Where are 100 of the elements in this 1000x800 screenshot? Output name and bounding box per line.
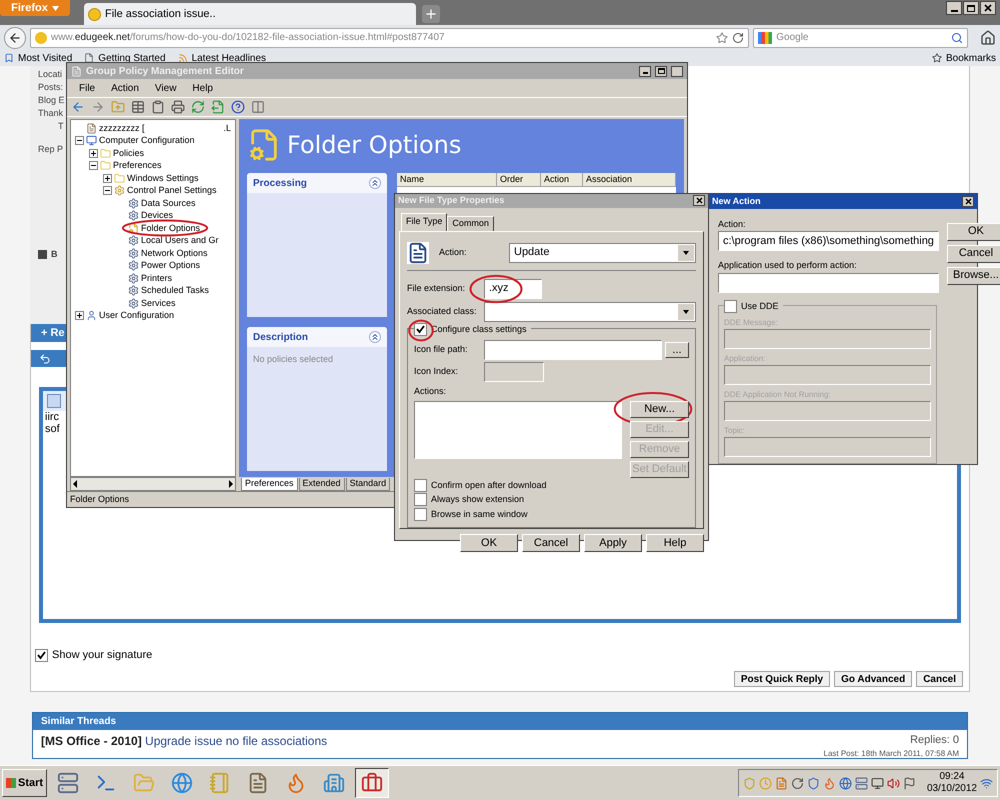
button[interactable]: Help bbox=[646, 534, 704, 552]
maximize-icon[interactable] bbox=[655, 66, 667, 76]
browser-tab[interactable]: File association issue.. bbox=[84, 3, 416, 25]
signature-checkbox[interactable] bbox=[35, 648, 48, 662]
button[interactable]: Apply bbox=[584, 534, 642, 552]
clipboard-icon[interactable] bbox=[151, 100, 165, 114]
button[interactable]: Cancel bbox=[946, 244, 1000, 262]
input-field[interactable] bbox=[724, 437, 931, 457]
collapse-icon[interactable] bbox=[89, 161, 98, 170]
collapse-icon[interactable] bbox=[103, 186, 112, 196]
input-field[interactable] bbox=[718, 272, 939, 292]
thread-link[interactable]: [MS Office - 2010] Upgrade issue no file associations bbox=[41, 732, 328, 758]
menu-item[interactable]: Action bbox=[111, 80, 139, 96]
search-field[interactable]: Google bbox=[753, 28, 968, 48]
tree-item[interactable]: Preferences bbox=[113, 159, 162, 172]
horizontal-scrollbar[interactable] bbox=[70, 477, 236, 491]
start-button[interactable]: Start bbox=[2, 769, 48, 797]
input-field[interactable] bbox=[724, 329, 931, 349]
tree-item[interactable]: User Configuration bbox=[99, 309, 174, 322]
checkbox[interactable] bbox=[414, 493, 427, 506]
form-button[interactable]: Cancel bbox=[916, 670, 963, 686]
tray-icon[interactable] bbox=[838, 776, 852, 790]
column-header[interactable]: Association bbox=[583, 173, 676, 187]
search-icon[interactable] bbox=[951, 32, 964, 44]
bookmark-link[interactable]: Getting Started bbox=[84, 50, 166, 66]
button[interactable]: New... bbox=[630, 400, 689, 418]
expand-icon[interactable] bbox=[103, 174, 112, 183]
input-field[interactable] bbox=[724, 365, 931, 385]
home-icon[interactable] bbox=[980, 30, 996, 46]
menu-item[interactable]: Help bbox=[192, 80, 213, 96]
tree-item[interactable]: Windows Settings bbox=[127, 172, 199, 185]
minimize-icon[interactable] bbox=[946, 1, 962, 15]
close-icon[interactable] bbox=[980, 1, 996, 15]
column-header[interactable]: Name bbox=[397, 173, 497, 187]
bookmarks-menu[interactable]: Bookmarks bbox=[932, 50, 996, 66]
menu-item[interactable]: File bbox=[79, 80, 96, 96]
input-field[interactable] bbox=[724, 401, 931, 421]
tree-item[interactable]: Printers bbox=[141, 272, 172, 285]
expand-icon[interactable] bbox=[89, 148, 98, 158]
tray-icon[interactable] bbox=[806, 776, 820, 790]
close-icon[interactable] bbox=[671, 66, 683, 76]
actions-list[interactable] bbox=[414, 400, 622, 458]
button[interactable]: Browse... bbox=[946, 266, 1000, 284]
column-header[interactable]: Order bbox=[497, 173, 541, 187]
dropdown[interactable] bbox=[484, 302, 696, 322]
close-icon[interactable] bbox=[693, 195, 705, 206]
browse-button[interactable]: ... bbox=[665, 342, 689, 358]
network-icon[interactable] bbox=[980, 776, 993, 790]
printer-icon[interactable] bbox=[171, 100, 185, 114]
restore-icon[interactable] bbox=[963, 1, 979, 15]
tray-icon[interactable] bbox=[870, 776, 884, 790]
dialog-tab[interactable]: File Type bbox=[401, 212, 448, 230]
bookmark-link[interactable]: Latest Headlines bbox=[178, 50, 266, 66]
help-icon[interactable] bbox=[231, 100, 245, 114]
checkbox[interactable] bbox=[414, 322, 427, 336]
input-field[interactable]: .xyz bbox=[484, 278, 542, 298]
columns-icon[interactable] bbox=[251, 100, 265, 114]
button[interactable]: OK bbox=[460, 534, 518, 552]
tree-item[interactable]: Scheduled Tasks bbox=[141, 284, 209, 298]
tree-item[interactable]: Data Sources bbox=[141, 196, 196, 210]
taskbar-toolbox-icon[interactable] bbox=[355, 768, 390, 798]
tree-item[interactable]: zzzzzzzzz [ bbox=[99, 122, 145, 135]
collapse-icon[interactable] bbox=[369, 177, 381, 189]
input-field[interactable] bbox=[484, 340, 662, 360]
tree-item[interactable]: Local Users and Gr bbox=[141, 234, 219, 248]
tree-item[interactable]: Computer Configuration bbox=[99, 134, 195, 148]
tray-icon[interactable] bbox=[886, 776, 900, 790]
collapse-icon[interactable] bbox=[369, 331, 381, 343]
expand-icon[interactable] bbox=[75, 311, 84, 320]
dialog-tab[interactable]: Common bbox=[447, 216, 494, 230]
checkbox[interactable] bbox=[414, 478, 427, 492]
url-field[interactable]: www.edugeek.net/forums/how-do-you-do/102182-file-association-issue.html#post877407 bbox=[30, 28, 750, 48]
bookmark-star-icon[interactable] bbox=[716, 32, 728, 44]
column-header[interactable]: Action bbox=[541, 173, 583, 187]
close-icon[interactable] bbox=[962, 196, 974, 207]
table-icon[interactable] bbox=[131, 100, 145, 114]
tray-icon[interactable] bbox=[790, 776, 804, 790]
export-icon[interactable] bbox=[211, 100, 225, 114]
font-format-icon[interactable] bbox=[47, 394, 61, 408]
dropdown[interactable]: Update bbox=[509, 242, 696, 262]
minimize-icon[interactable] bbox=[639, 66, 651, 76]
checkbox[interactable] bbox=[414, 508, 427, 521]
tree-item[interactable]: Services bbox=[141, 296, 176, 310]
checkbox[interactable] bbox=[724, 300, 737, 313]
scroll-left-icon[interactable] bbox=[73, 480, 77, 488]
view-tab[interactable]: Extended bbox=[298, 478, 345, 491]
tree-item[interactable]: Power Options bbox=[141, 259, 200, 272]
form-button[interactable]: Go Advanced bbox=[834, 670, 912, 686]
input-field[interactable]: c:\program files (x86)\something\something bbox=[718, 231, 939, 251]
input-field[interactable] bbox=[484, 362, 544, 382]
tree-item[interactable]: Policies bbox=[113, 146, 144, 160]
scroll-right-icon[interactable] bbox=[229, 480, 233, 488]
forward-arrow-icon[interactable] bbox=[91, 100, 105, 114]
button[interactable]: OK bbox=[946, 222, 1000, 240]
view-tab[interactable]: Preferences bbox=[241, 478, 298, 491]
tree-item[interactable]: Network Options bbox=[141, 246, 208, 260]
collapse-icon[interactable] bbox=[75, 136, 84, 146]
new-tab-icon[interactable] bbox=[422, 5, 440, 23]
menu-item[interactable]: View bbox=[154, 80, 176, 96]
button[interactable]: Cancel bbox=[522, 534, 580, 552]
